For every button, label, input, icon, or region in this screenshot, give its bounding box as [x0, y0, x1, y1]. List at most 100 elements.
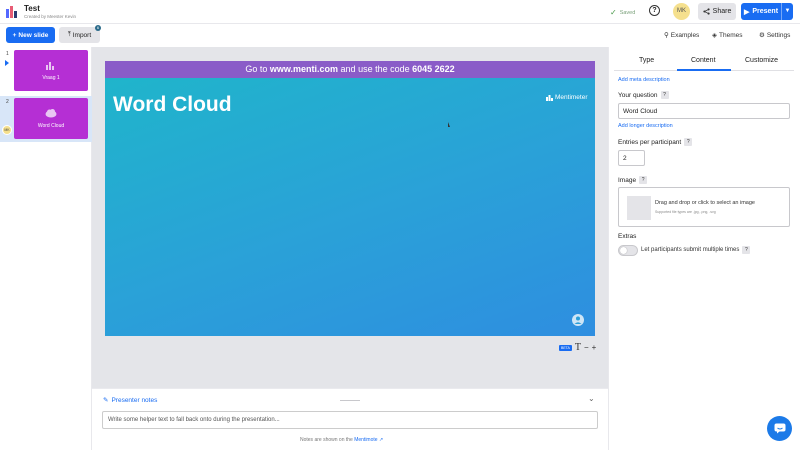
- themes-link[interactable]: ◈ Themes: [712, 31, 743, 40]
- code-middle: and use the code: [338, 64, 413, 74]
- code-number: 6045 2622: [412, 64, 455, 74]
- slide-thumbnail[interactable]: Word Cloud: [14, 98, 88, 139]
- bulb-icon: ⚲: [664, 32, 669, 39]
- presentation-title[interactable]: Test: [24, 4, 40, 13]
- avatar[interactable]: MK: [673, 3, 690, 20]
- chevron-down-icon[interactable]: ⌄: [588, 394, 595, 403]
- tab-customize[interactable]: Customize: [745, 57, 778, 64]
- zoom-in-button[interactable]: +: [592, 343, 597, 352]
- cloud-icon: [45, 109, 57, 118]
- help-icon[interactable]: ?: [649, 5, 660, 16]
- mentimeter-logo-icon: [546, 94, 553, 101]
- slide-title: Word Cloud: [113, 93, 232, 116]
- toggle-label: Let participants submit multiple times: [641, 247, 740, 253]
- chat-icon: [774, 423, 785, 434]
- image-label-row: Image ?: [618, 176, 648, 184]
- examples-link[interactable]: ⚲ Examples: [664, 31, 700, 40]
- new-slide-button[interactable]: + New slide: [6, 27, 55, 43]
- entries-label-row: Entries per participant ?: [618, 138, 693, 146]
- toggle-label-row: Let participants submit multiple times ?: [641, 246, 751, 254]
- slide-number: 1: [6, 51, 9, 57]
- slide-thumb-label: Vraag 1: [42, 75, 60, 81]
- slide-number: 2: [6, 99, 9, 105]
- import-button[interactable]: ⤒ Import: [59, 27, 100, 43]
- help-icon[interactable]: ?: [660, 91, 669, 99]
- slide-item-2[interactable]: 2 Word Cloud MK: [0, 96, 92, 142]
- multiple-submissions-toggle[interactable]: [618, 245, 638, 256]
- entries-input[interactable]: 2: [618, 150, 645, 166]
- beta-badge: BETA: [559, 344, 572, 351]
- image-drop-subtext: Supported file types are .jpg, .png, .sv…: [655, 210, 716, 214]
- presenter-notes-header[interactable]: ✎ Presenter notes: [103, 396, 158, 405]
- current-slide-marker-icon: [5, 60, 9, 66]
- upload-icon: ⤒: [67, 31, 71, 38]
- import-badge: 6: [95, 25, 101, 31]
- themes-icon: ◈: [712, 32, 717, 39]
- presenter-notes-label: Presenter notes: [111, 396, 158, 404]
- avatar: MK: [2, 125, 12, 135]
- mouse-cursor-icon: [448, 122, 450, 127]
- active-tab-indicator: [677, 69, 731, 71]
- mentimeter-brand: Mentimeter: [546, 94, 588, 101]
- saved-status: ✓ Saved: [610, 8, 635, 17]
- slide-item-1[interactable]: 1 Vraag 1: [0, 48, 92, 94]
- gear-icon: ⚙: [759, 32, 765, 39]
- share-label: Share: [712, 8, 732, 15]
- question-label: Your question: [618, 91, 658, 99]
- question-input[interactable]: Word Cloud: [618, 103, 790, 119]
- chat-support-button[interactable]: [767, 416, 792, 441]
- import-label: Import: [72, 31, 92, 39]
- image-label: Image: [618, 176, 637, 184]
- join-code-bar: Go to www.menti.com and use the code 604…: [105, 61, 595, 78]
- toggle-knob: [620, 247, 627, 254]
- code-site: www.menti.com: [269, 64, 339, 74]
- saved-label: Saved: [619, 9, 636, 16]
- slide-preview[interactable]: Go to www.menti.com and use the code 604…: [105, 61, 595, 336]
- code-prefix: Go to: [245, 64, 270, 74]
- add-meta-description-link[interactable]: Add meta description: [618, 77, 670, 83]
- slide-thumbnail[interactable]: Vraag 1: [14, 50, 88, 91]
- presentation-subtitle: Created by Meester Kevin: [24, 14, 77, 19]
- play-icon: ▶: [743, 8, 750, 16]
- extras-label: Extras: [618, 233, 637, 240]
- canvas-tools: BETA T − +: [559, 342, 596, 353]
- image-placeholder: [627, 196, 651, 220]
- bar-chart-icon: [46, 62, 54, 70]
- help-icon[interactable]: ?: [639, 176, 648, 184]
- presenter-notes-input[interactable]: Write some helper text to fall back onto…: [102, 411, 598, 429]
- notes-footer: Notes are shown on the Mentimote ↗: [300, 437, 383, 443]
- add-longer-description-link[interactable]: Add longer description: [618, 123, 673, 129]
- slide-list: 1 Vraag 1 2 Word Cloud MK: [0, 47, 92, 450]
- share-button[interactable]: Share: [698, 3, 736, 20]
- themes-label: Themes: [719, 31, 743, 39]
- zoom-out-button[interactable]: −: [584, 343, 589, 352]
- external-link-icon: ↗: [378, 437, 384, 443]
- image-dropzone[interactable]: Drag and drop or click to select an imag…: [618, 187, 790, 227]
- tab-type[interactable]: Type: [639, 57, 654, 64]
- question-label-row: Your question ?: [618, 91, 669, 99]
- image-drop-text: Drag and drop or click to select an imag…: [655, 200, 755, 206]
- mentimeter-logo-icon[interactable]: [6, 4, 18, 18]
- brand-label: Mentimeter: [555, 94, 588, 101]
- drag-handle[interactable]: [340, 400, 360, 401]
- text-size-icon[interactable]: T: [575, 342, 581, 353]
- share-icon: [703, 8, 710, 15]
- present-label: Present: [752, 8, 779, 15]
- mentimote-link[interactable]: Mentimote: [354, 437, 377, 443]
- participant-icon: [572, 314, 584, 326]
- settings-link[interactable]: ⚙ Settings: [759, 31, 791, 40]
- notes-footer-text: Notes are shown on the: [300, 437, 355, 443]
- settings-label: Settings: [766, 31, 791, 39]
- examples-label: Examples: [670, 31, 700, 39]
- slide-thumb-label: Word Cloud: [37, 123, 65, 129]
- pencil-icon: ✎: [103, 397, 109, 404]
- present-button[interactable]: ▶ Present ▼: [741, 3, 793, 20]
- tab-content[interactable]: Content: [691, 57, 716, 64]
- entries-label: Entries per participant: [618, 138, 682, 146]
- plus-icon: +: [12, 31, 17, 39]
- help-icon[interactable]: ?: [684, 138, 693, 146]
- new-slide-label: New slide: [18, 31, 49, 39]
- chevron-down-icon[interactable]: ▼: [781, 3, 793, 20]
- help-icon[interactable]: ?: [742, 246, 751, 254]
- check-icon: ✓: [610, 8, 617, 17]
